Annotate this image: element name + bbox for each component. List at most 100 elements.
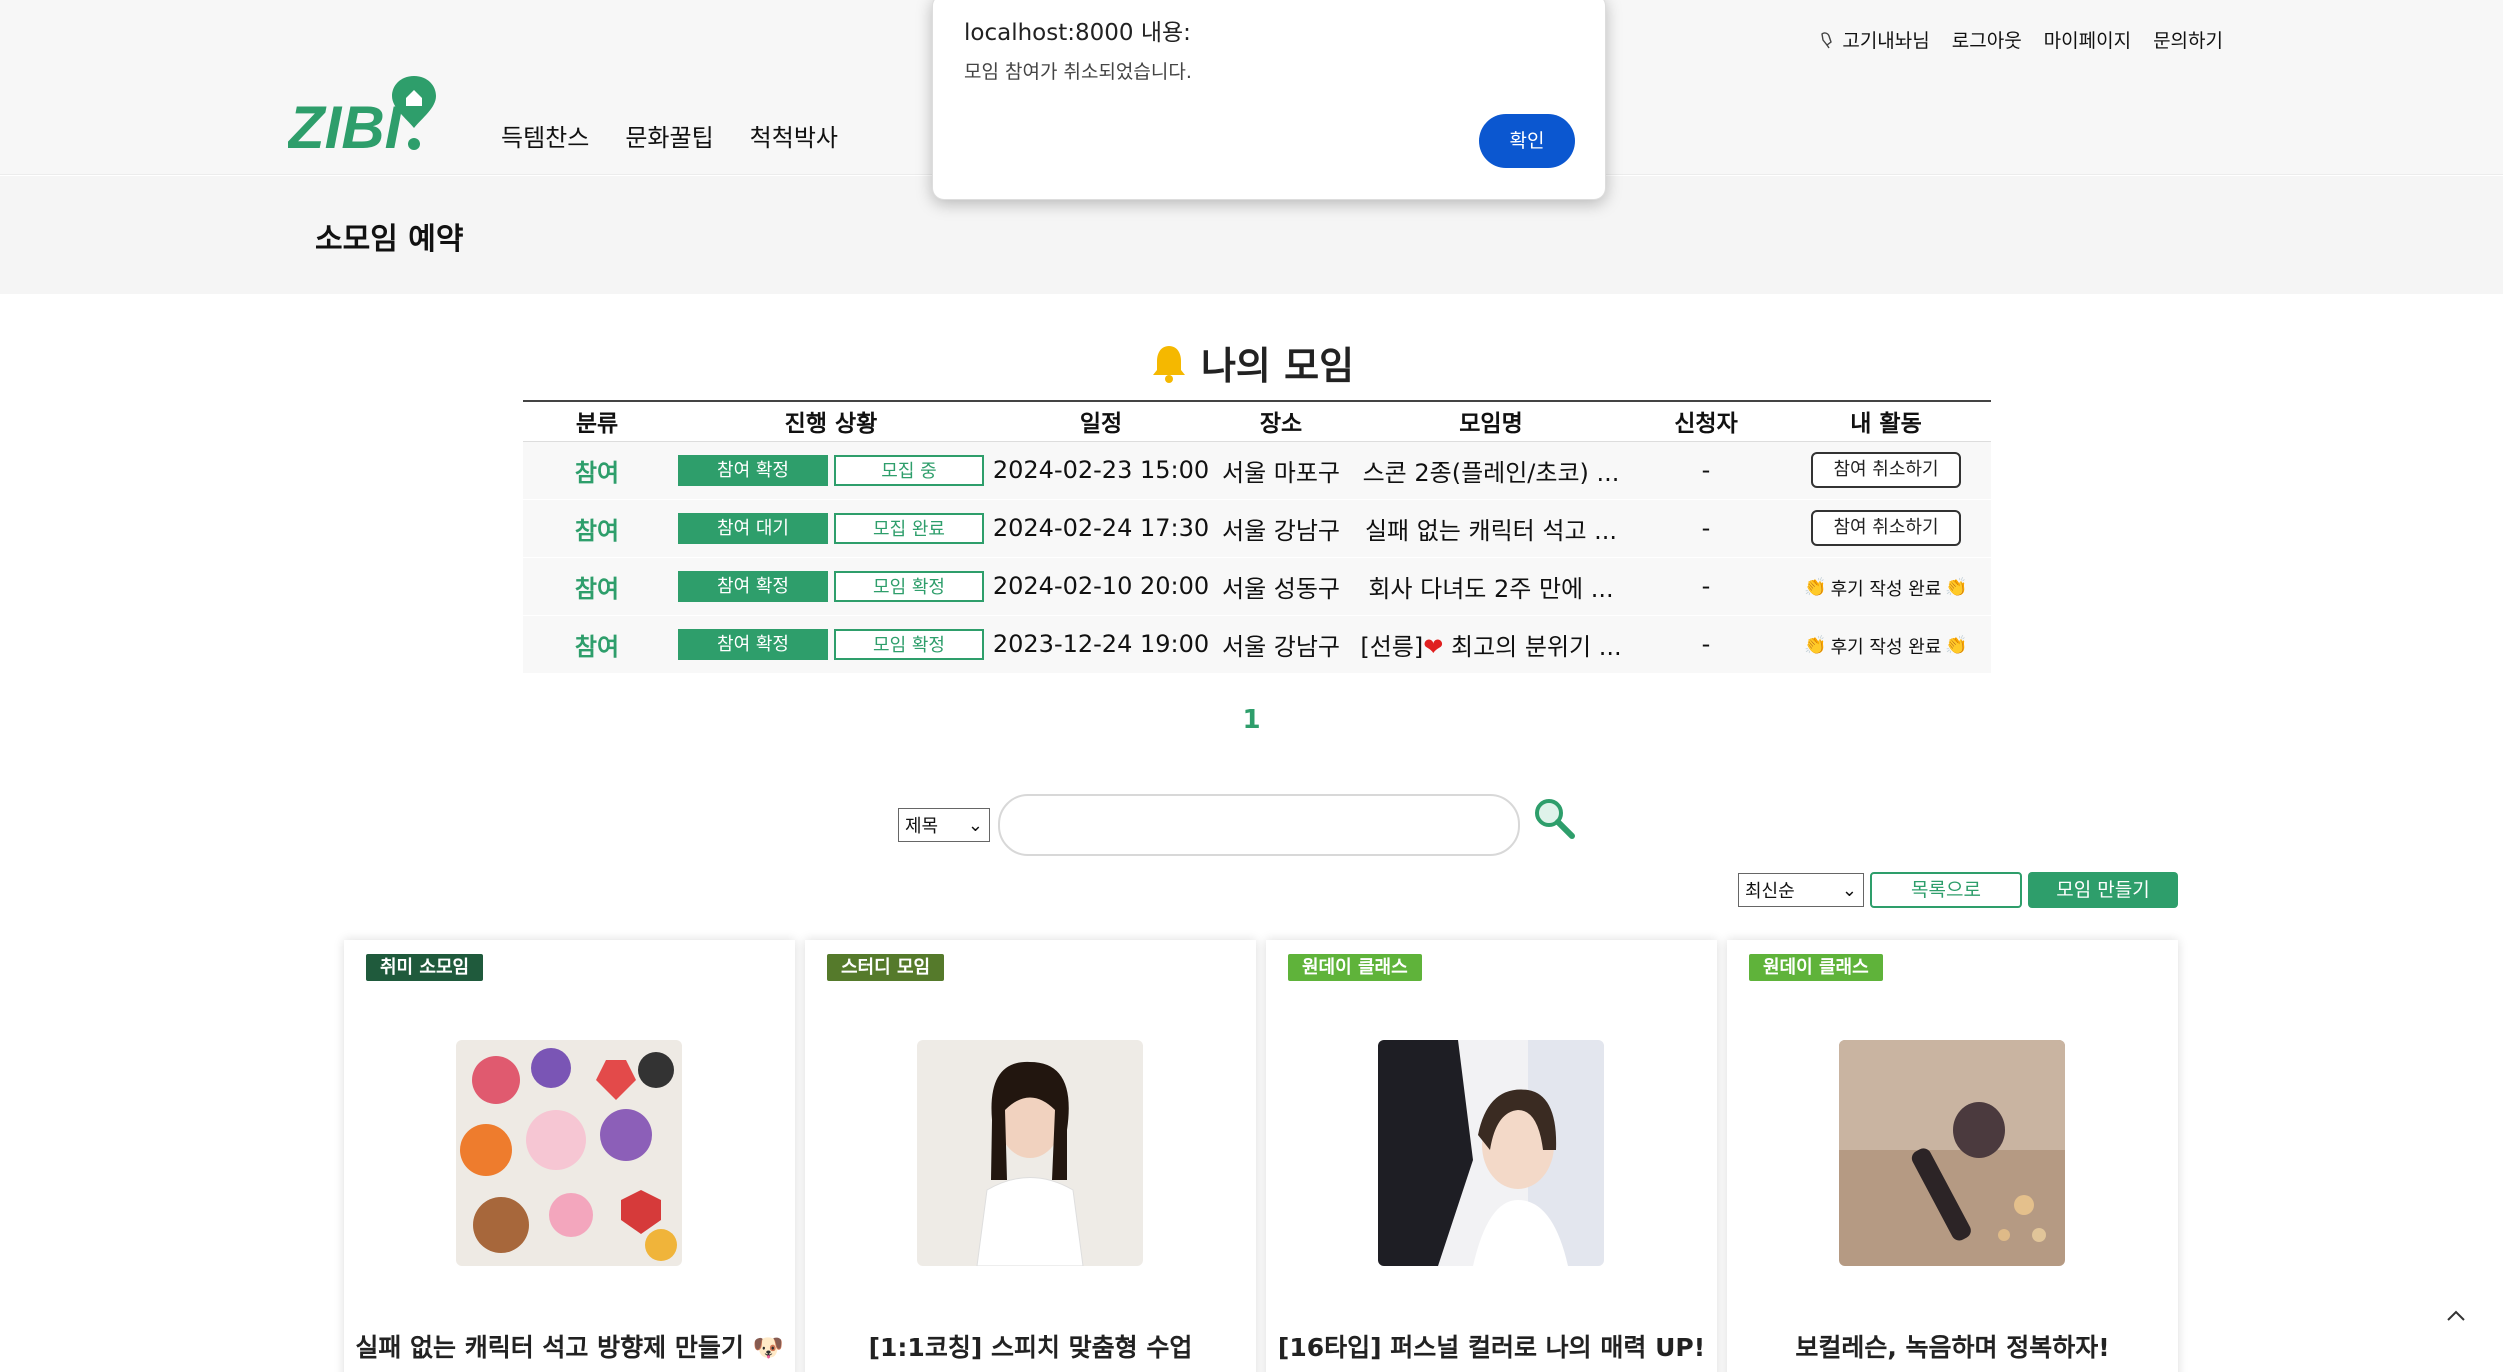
clap-icon: 👏: [1804, 635, 1827, 657]
zibi-logo-icon: ZIBI: [288, 76, 436, 154]
table-row: 참여 참여 확정 모집 중 2024-02-23 15:00 서울 마포구 스콘…: [523, 441, 1991, 500]
row-activity: 👏 후기 작성 완료 👏: [1781, 557, 1991, 616]
chevron-up-icon: [2447, 1310, 2465, 1321]
search-bar: 제목 ⌄: [898, 794, 1578, 856]
row-status: 참여 대기 모집 완료: [671, 499, 991, 558]
nav-item-expert[interactable]: 척척박사: [750, 118, 838, 153]
page-number-current[interactable]: 1: [1242, 705, 1260, 735]
meeting-card[interactable]: 원데이 클래스 보컬레슨, 녹음하며 정복하자!: [1727, 940, 2178, 1372]
table-row: 참여 참여 확정 모임 확정 2024-02-10 20:00 서울 성동구 회…: [523, 557, 1991, 616]
col-schedule: 일정: [991, 400, 1211, 442]
sort-selected: 최신순: [1745, 881, 1795, 902]
nav-item-deals[interactable]: 득템찬스: [501, 118, 589, 153]
pagination: 1: [0, 705, 2503, 735]
row-category: 참여: [523, 499, 671, 558]
page-title: 소모임 예약: [315, 222, 464, 257]
card-title: 보컬레슨, 녹음하며 정복하자!: [1795, 1333, 2110, 1362]
card-title: 실패 없는 캐릭터 석고 방향제 만들기 🐶: [355, 1333, 784, 1362]
row-status: 참여 확정 모집 중: [671, 441, 991, 500]
card-tag: 원데이 클래스: [1288, 954, 1422, 981]
user-name: 고기내놔님: [1842, 30, 1930, 52]
user-greeting: 고기내놔님: [1818, 26, 1930, 53]
utility-nav: 고기내놔님 로그아웃 마이페이지 문의하기: [1818, 26, 2223, 53]
review-done-text: 후기 작성 완료: [1830, 578, 1942, 600]
row-place: 서울 성동구: [1211, 557, 1351, 616]
table-row: 참여 참여 확정 모임 확정 2023-12-24 19:00 서울 강남구 […: [523, 615, 1991, 674]
create-meeting-button[interactable]: 모임 만들기: [2028, 872, 2178, 908]
card-image: [1839, 1040, 2065, 1266]
status-badge-secondary: 모임 확정: [834, 629, 984, 660]
card-tag: 스터디 모임: [827, 954, 945, 981]
clap-icon: 👏: [1945, 635, 1968, 657]
row-category: 참여: [523, 615, 671, 674]
status-badge-primary: 참여 확정: [678, 629, 828, 660]
main-nav: 득템찬스 문화꿀팁 척척박사: [501, 118, 838, 153]
row-schedule: 2024-02-23 15:00: [991, 441, 1211, 500]
clap-icon: 👏: [1945, 577, 1968, 599]
bell-icon: [1152, 345, 1185, 383]
nav-item-culture-tips[interactable]: 문화꿀팁: [625, 118, 713, 153]
meeting-card[interactable]: 스터디 모임 [1:1코칭] 스피치 맞춤형 수업: [805, 940, 1256, 1372]
chevron-down-icon: ⌄: [967, 814, 983, 836]
my-meetings-title: 나의 모임: [1200, 344, 1355, 388]
search-field-selected: 제목: [905, 816, 939, 837]
row-applicant: -: [1631, 615, 1781, 674]
clap-icon: 👏: [1804, 577, 1827, 599]
row-applicant: -: [1631, 557, 1781, 616]
logout-link[interactable]: 로그아웃: [1952, 26, 2022, 53]
search-input[interactable]: [998, 794, 1520, 856]
row-applicant: -: [1631, 499, 1781, 558]
scroll-to-top-button[interactable]: [2428, 1288, 2484, 1344]
row-schedule: 2023-12-24 19:00: [991, 615, 1211, 674]
card-image: [917, 1040, 1143, 1266]
row-activity: 참여 취소하기: [1781, 441, 1991, 500]
zibi-logo[interactable]: ZIBI: [288, 72, 436, 154]
status-badge-primary: 참여 대기: [678, 513, 828, 544]
card-tag: 원데이 클래스: [1749, 954, 1883, 981]
row-meeting-name[interactable]: 스콘 2종(플레인/초코) ...: [1351, 441, 1631, 500]
review-done-label: 👏 후기 작성 완료 👏: [1804, 633, 1968, 659]
row-meeting-name[interactable]: [선릉]❤ 최고의 분위기 ...: [1351, 615, 1631, 674]
card-image: [1378, 1040, 1604, 1266]
row-meeting-name[interactable]: 실패 없는 캐릭터 석고 ...: [1351, 499, 1631, 558]
meeting-name-prefix: [선릉]: [1360, 632, 1424, 661]
row-category: 참여: [523, 441, 671, 500]
col-applicant: 신청자: [1631, 400, 1781, 442]
meeting-card[interactable]: 원데이 클래스 [16타입] 퍼스널 컬러로 나의 매력 UP!: [1266, 940, 1717, 1372]
my-meetings-heading: 나의 모임: [0, 335, 2503, 390]
row-schedule: 2024-02-24 17:30: [991, 499, 1211, 558]
table-header-row: 분류 진행 상황 일정 장소 모임명 신청자 내 활동: [523, 400, 1991, 442]
status-badge-secondary: 모임 확정: [834, 571, 984, 602]
meeting-name-text: 최고의 분위기 ...: [1451, 632, 1622, 661]
dialog-ok-button[interactable]: 확인: [1479, 114, 1575, 168]
mypage-link[interactable]: 마이페이지: [2044, 26, 2131, 53]
meeting-card[interactable]: 취미 소모임 실패 없는 캐릭터 석고 방향제 만들기 🐶: [344, 940, 795, 1372]
col-meeting-name: 모임명: [1351, 400, 1631, 442]
row-activity: 👏 후기 작성 완료 👏: [1781, 615, 1991, 674]
col-category: 분류: [523, 400, 671, 442]
cancel-participation-button[interactable]: 참여 취소하기: [1811, 510, 1961, 546]
sort-select[interactable]: 최신순 ⌄: [1738, 873, 1864, 907]
card-title: [16타입] 퍼스널 컬러로 나의 매력 UP!: [1277, 1333, 1706, 1362]
cancel-participation-button[interactable]: 참여 취소하기: [1811, 452, 1961, 488]
back-to-list-button[interactable]: 목록으로: [1870, 872, 2022, 908]
row-activity: 참여 취소하기: [1781, 499, 1991, 558]
table-row: 참여 참여 대기 모집 완료 2024-02-24 17:30 서울 강남구 실…: [523, 499, 1991, 558]
row-meeting-name[interactable]: 회사 다녀도 2주 만에 ...: [1351, 557, 1631, 616]
row-place: 서울 강남구: [1211, 615, 1351, 674]
card-image: [456, 1040, 682, 1266]
dialog-message: 모임 참여가 취소되었습니다.: [964, 61, 1192, 83]
review-done-label: 👏 후기 작성 완료 👏: [1804, 575, 1968, 601]
search-field-select[interactable]: 제목 ⌄: [898, 808, 990, 842]
row-applicant: -: [1631, 441, 1781, 500]
col-status: 진행 상황: [671, 400, 991, 442]
status-badge-primary: 참여 확정: [678, 571, 828, 602]
list-tools: 최신순 ⌄ 목록으로 모임 만들기: [1738, 872, 2178, 908]
heart-icon: ❤: [1423, 632, 1444, 661]
row-place: 서울 마포구: [1211, 441, 1351, 500]
inquiry-link[interactable]: 문의하기: [2153, 26, 2223, 53]
search-icon[interactable]: [1532, 796, 1578, 842]
alert-dialog: localhost:8000 내용: 모임 참여가 취소되었습니다. 확인: [932, 0, 1606, 200]
row-category: 참여: [523, 557, 671, 616]
row-status: 참여 확정 모임 확정: [671, 615, 991, 674]
